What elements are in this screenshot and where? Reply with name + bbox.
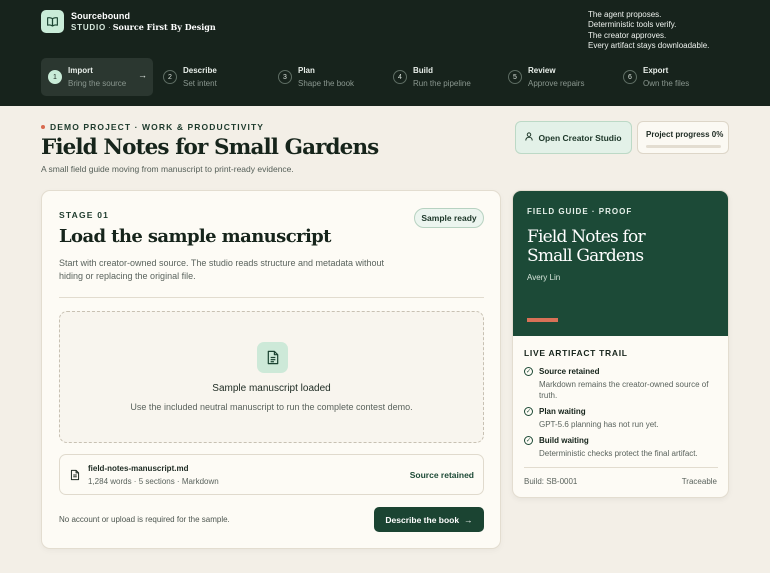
- user-icon: [525, 132, 534, 143]
- file-name: field-notes-manuscript.md: [88, 464, 189, 473]
- book-cover: FIELD GUIDE · PROOF Field Notes for Smal…: [513, 191, 728, 336]
- brand-tagline: Source First By Design: [112, 22, 216, 32]
- top-bar: Sourcebound STUDIO · Source First By Desig…: [0, 0, 770, 106]
- step-number: 2: [163, 70, 177, 84]
- trail-item-description: Markdown remains the creator-owned sourc…: [539, 380, 709, 400]
- motto-line: Deterministic tools verify.: [588, 20, 677, 30]
- step-subtitle: Run the pipeline: [413, 79, 471, 88]
- status-dot-icon: [41, 124, 45, 129]
- proof-title: Field Notes for Small Gardens: [527, 227, 646, 266]
- step-title: Export: [643, 66, 669, 75]
- book-open-icon[interactable]: [41, 10, 64, 33]
- status-badge: Sample ready: [414, 208, 484, 228]
- proof-author: Avery Lin: [527, 273, 561, 282]
- dropzone-title: Sample manuscript loaded: [212, 383, 331, 394]
- check-circle-icon: ✓: [524, 407, 533, 416]
- trail-item-description: GPT-5.6 planning has not run yet.: [539, 420, 659, 429]
- stage-label: STAGE 01: [59, 210, 110, 220]
- open-creator-studio-button[interactable]: Open Creator Studio: [515, 121, 632, 154]
- step-title: Describe: [183, 66, 217, 75]
- project-eyebrow-text: DEMO PROJECT · WORK & PRODUCTIVITY: [50, 122, 265, 132]
- build-id: Build: SB-0001: [524, 477, 578, 486]
- brand-subtitle: STUDIO · Source First By Design: [71, 22, 216, 32]
- step-build[interactable]: 4 Build Run the pipeline: [386, 58, 494, 96]
- document-icon: [257, 342, 288, 373]
- file-status: Source retained: [409, 470, 474, 480]
- brand-studio: STUDIO: [71, 23, 107, 32]
- divider: [524, 467, 718, 468]
- progress-label: Project progress 0%: [646, 130, 724, 139]
- motto-line: The agent proposes.: [588, 10, 662, 19]
- cover-accent-bar: [527, 318, 558, 322]
- motto-line: The creator approves.: [588, 30, 667, 40]
- step-title: Plan: [298, 66, 315, 75]
- describe-the-book-label: Describe the book: [385, 514, 460, 525]
- trail-title: LIVE ARTIFACT TRAIL: [524, 348, 628, 358]
- brand-separator: ·: [108, 23, 111, 32]
- describe-the-book-button[interactable]: Describe the book →: [374, 507, 484, 532]
- divider: [59, 297, 484, 298]
- proof-card: FIELD GUIDE · PROOF Field Notes for Smal…: [512, 190, 729, 498]
- file-icon: [70, 468, 80, 486]
- stage-title: Load the sample manuscript: [59, 226, 331, 247]
- step-title: Build: [413, 66, 433, 75]
- footer-note: No account or upload is required for the…: [59, 515, 230, 524]
- step-number: 6: [623, 70, 637, 84]
- step-number: 3: [278, 70, 292, 84]
- traceable-label: Traceable: [681, 477, 717, 486]
- trail-item-name: Plan waiting: [539, 407, 586, 416]
- step-review[interactable]: 5 Review Approve repairs: [501, 58, 609, 96]
- motto-line: Every artifact stays downloadable.: [588, 40, 710, 50]
- stage-description: Start with creator-owned source. The stu…: [59, 258, 385, 281]
- arrow-right-icon: →: [464, 514, 473, 525]
- check-circle-icon: ✓: [524, 436, 533, 445]
- stage-card: STAGE 01 Sample ready Load the sample ma…: [41, 190, 501, 549]
- progress-bar: [646, 145, 721, 148]
- dropzone-subtitle: Use the included neutral manuscript to r…: [130, 402, 413, 412]
- project-progress: Project progress 0%: [637, 121, 729, 154]
- step-number: 4: [393, 70, 407, 84]
- page-description: A small field guide moving from manuscri…: [41, 164, 294, 174]
- step-import[interactable]: 1 Import Bring the source →: [41, 58, 153, 96]
- motto: The agent proposes. Deterministic tools …: [588, 10, 709, 51]
- manuscript-file[interactable]: field-notes-manuscript.md 1,284 words · …: [59, 454, 484, 495]
- check-circle-icon: ✓: [524, 367, 533, 376]
- page-title: Field Notes for Small Gardens: [41, 135, 379, 160]
- step-export[interactable]: 6 Export Own the files: [616, 58, 724, 96]
- file-meta: 1,284 words · 5 sections · Markdown: [88, 477, 219, 486]
- step-title: Review: [528, 66, 556, 75]
- step-subtitle: Approve repairs: [528, 79, 585, 88]
- step-number: 1: [48, 70, 62, 84]
- trail-item-name: Build waiting: [539, 436, 589, 445]
- step-describe[interactable]: 2 Describe Set intent: [156, 58, 264, 96]
- arrow-right-icon: →: [138, 70, 147, 80]
- step-subtitle: Set intent: [183, 79, 217, 88]
- project-eyebrow: DEMO PROJECT · WORK & PRODUCTIVITY: [41, 122, 264, 132]
- trail-item-name: Source retained: [539, 367, 600, 376]
- brand-name: Sourcebound: [71, 11, 131, 21]
- step-plan[interactable]: 3 Plan Shape the book: [271, 58, 379, 96]
- proof-eyebrow: FIELD GUIDE · PROOF: [527, 207, 633, 216]
- step-subtitle: Own the files: [643, 79, 690, 88]
- step-title: Import: [68, 66, 93, 75]
- trail-item-description: Deterministic checks protect the final a…: [539, 449, 698, 458]
- step-number: 5: [508, 70, 522, 84]
- workflow-steps: 1 Import Bring the source → 2 Describe S…: [41, 58, 731, 96]
- open-creator-studio-label: Open Creator Studio: [538, 132, 622, 143]
- step-subtitle: Bring the source: [68, 79, 127, 88]
- step-subtitle: Shape the book: [298, 79, 355, 88]
- manuscript-dropzone[interactable]: Sample manuscript loaded Use the include…: [59, 311, 484, 443]
